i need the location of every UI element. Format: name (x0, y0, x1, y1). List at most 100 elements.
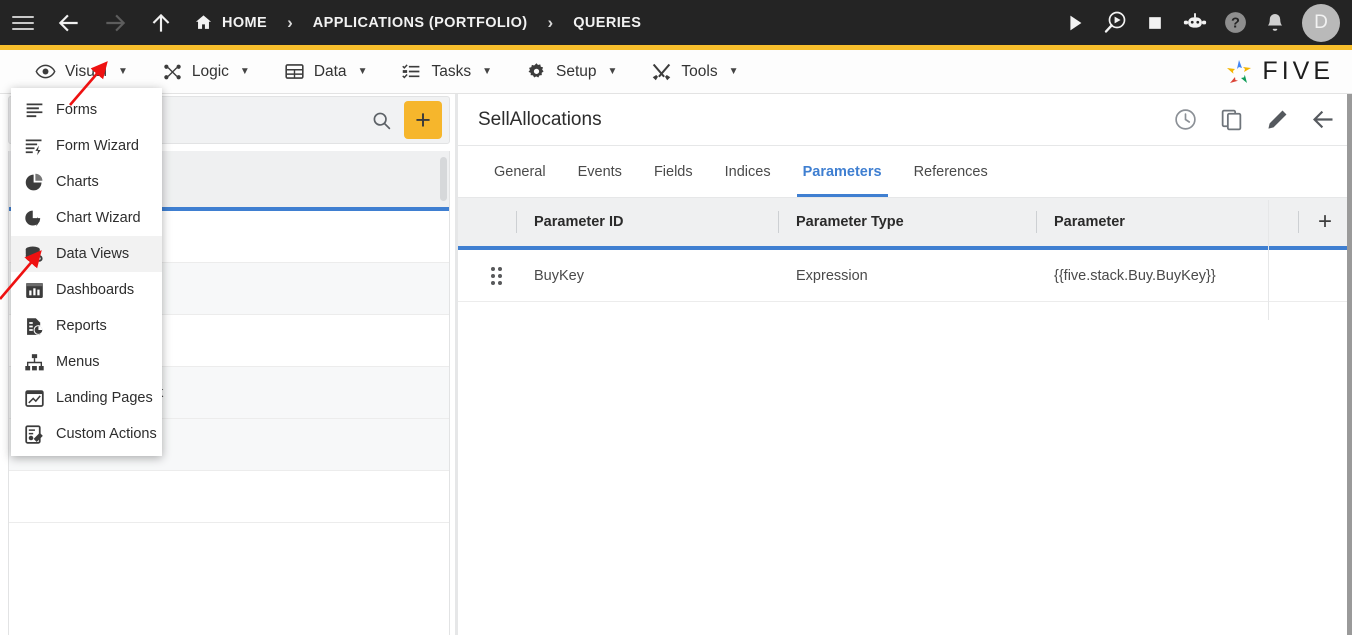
dropdown-item-label: Forms (56, 102, 98, 118)
tab-label: References (913, 163, 988, 180)
column-divider (1036, 211, 1037, 233)
notifications-button[interactable] (1255, 0, 1295, 45)
dropdown-item-dashboards[interactable]: Dashboards (11, 272, 162, 308)
dropdown-item-form-wizard[interactable]: Form Wizard (11, 128, 162, 164)
history-button[interactable] (1164, 99, 1206, 141)
menu-item-visual[interactable]: Visual ▼ (18, 50, 145, 94)
cell-parameter-type: Expression (778, 250, 1036, 302)
menu-item-tools[interactable]: Tools ▼ (634, 50, 755, 94)
nav-forward-button[interactable] (92, 0, 138, 45)
menu-item-label: Data (313, 62, 347, 80)
checklist-icon (401, 61, 422, 82)
column-divider (1298, 211, 1299, 233)
custom-actions-icon (23, 423, 45, 445)
cell-value: BuyKey (534, 267, 584, 284)
chevron-down-icon: ▼ (239, 66, 250, 77)
cell-value: {{five.stack.Buy.BuyKey}} (1054, 267, 1216, 284)
edit-button[interactable] (1256, 99, 1298, 141)
dropdown-item-chart-wizard[interactable]: Chart Wizard (11, 200, 162, 236)
stop-button[interactable] (1135, 0, 1175, 45)
breadcrumb-item-applications[interactable]: APPLICATIONS (PORTFOLIO) (307, 15, 534, 31)
add-parameter-button[interactable]: + (1318, 208, 1332, 236)
dropdown-item-label: Data Views (56, 246, 130, 262)
dropdown-item-label: Reports (56, 318, 107, 334)
tab-fields[interactable]: Fields (638, 146, 709, 197)
menu-item-data[interactable]: Data ▼ (267, 50, 385, 94)
tab-parameters[interactable]: Parameters (787, 146, 898, 197)
cell-parameter-id: BuyKey (516, 250, 778, 302)
tab-general[interactable]: General (478, 146, 562, 197)
visual-dropdown-menu: Forms Form Wizard Charts Chart Wizard Da… (11, 88, 162, 456)
dropdown-item-charts[interactable]: Charts (11, 164, 162, 200)
duplicate-icon (1221, 109, 1241, 131)
nav-back-button[interactable] (46, 0, 92, 45)
column-divider (516, 211, 517, 233)
search-icon (373, 112, 390, 129)
drag-handle-icon[interactable] (491, 266, 502, 285)
debug-button[interactable] (1095, 0, 1135, 45)
hamburger-menu-button[interactable] (0, 0, 46, 45)
query-detail-panel: SellAllocations General Events Fields In… (458, 94, 1352, 635)
breadcrumb-separator: › (287, 12, 293, 32)
list-scrollbar-thumb[interactable] (440, 157, 447, 201)
run-button[interactable] (1055, 0, 1095, 45)
column-header-parameter-id[interactable]: Parameter ID (516, 198, 778, 246)
dropdown-item-label: Charts (56, 174, 99, 190)
cell-actions (1298, 250, 1352, 302)
column-header-parameter[interactable]: Parameter (1036, 198, 1298, 246)
chevron-down-icon: ▼ (728, 66, 739, 77)
breadcrumb-label: HOME (222, 14, 268, 31)
cell-parameter: {{five.stack.Buy.BuyKey}} (1036, 250, 1298, 302)
menu-item-logic[interactable]: Logic ▼ (145, 50, 267, 94)
dropdown-item-forms[interactable]: Forms (11, 92, 162, 128)
detail-tabs: General Events Fields Indices Parameters… (458, 146, 1352, 198)
application-menu-bar: Visual ▼ Logic ▼ Data ▼ Tasks ▼ Setup ▼ … (0, 50, 1352, 94)
menu-item-tasks[interactable]: Tasks ▼ (384, 50, 509, 94)
plus-icon: + (415, 104, 431, 135)
parameters-table-header: Parameter ID Parameter Type Parameter + (458, 198, 1352, 246)
column-header-add[interactable]: + (1298, 198, 1352, 246)
tab-references[interactable]: References (898, 146, 1004, 197)
user-avatar[interactable]: D (1302, 3, 1340, 42)
dropdown-item-custom-actions[interactable]: Custom Actions (11, 416, 162, 452)
home-icon (195, 15, 212, 29)
stop-icon (1149, 16, 1161, 29)
column-header-parameter-type[interactable]: Parameter Type (778, 198, 1036, 246)
tab-events[interactable]: Events (562, 146, 638, 197)
list-item[interactable] (9, 471, 449, 523)
help-button[interactable]: ? (1215, 0, 1255, 45)
top-bar-actions: ? D (1055, 0, 1352, 45)
five-logo-icon (1227, 59, 1252, 83)
edit-icon (1267, 110, 1286, 129)
menu-item-label: Setup (556, 62, 597, 80)
menu-item-label: Tasks (431, 62, 472, 80)
run-icon (1070, 15, 1082, 30)
breadcrumb-item-home[interactable]: HOME (188, 13, 273, 32)
nodes-icon (162, 61, 183, 82)
dropdown-item-label: Dashboards (56, 282, 135, 298)
dropdown-item-data-views[interactable]: Data Views (11, 236, 162, 272)
landing-pages-icon (23, 387, 45, 409)
page-scrollbar[interactable] (1347, 94, 1352, 635)
nav-up-button[interactable] (138, 0, 184, 45)
search-button[interactable] (368, 107, 394, 133)
breadcrumb-item-queries[interactable]: QUERIES (567, 15, 647, 31)
duplicate-button[interactable] (1210, 99, 1252, 141)
dropdown-item-reports[interactable]: Reports (11, 308, 162, 344)
reports-icon (23, 315, 45, 337)
up-arrow-icon (152, 13, 170, 32)
add-query-button[interactable]: + (404, 101, 442, 139)
column-label: Parameter ID (534, 214, 624, 230)
dropdown-item-landing-pages[interactable]: Landing Pages (11, 380, 162, 416)
dropdown-item-menus[interactable]: Menus (11, 344, 162, 380)
column-label: Parameter (1054, 214, 1125, 230)
chevron-down-icon: ▼ (117, 66, 128, 77)
back-button[interactable] (1302, 99, 1344, 141)
robot-icon (1183, 12, 1207, 28)
menu-item-setup[interactable]: Setup ▼ (509, 50, 634, 94)
table-row[interactable]: BuyKey Expression {{five.stack.Buy.BuyKe… (458, 250, 1352, 302)
row-drag-cell[interactable] (458, 250, 516, 302)
tab-indices[interactable]: Indices (709, 146, 787, 197)
column-header-handle (458, 198, 516, 246)
assistant-button[interactable] (1175, 0, 1215, 45)
